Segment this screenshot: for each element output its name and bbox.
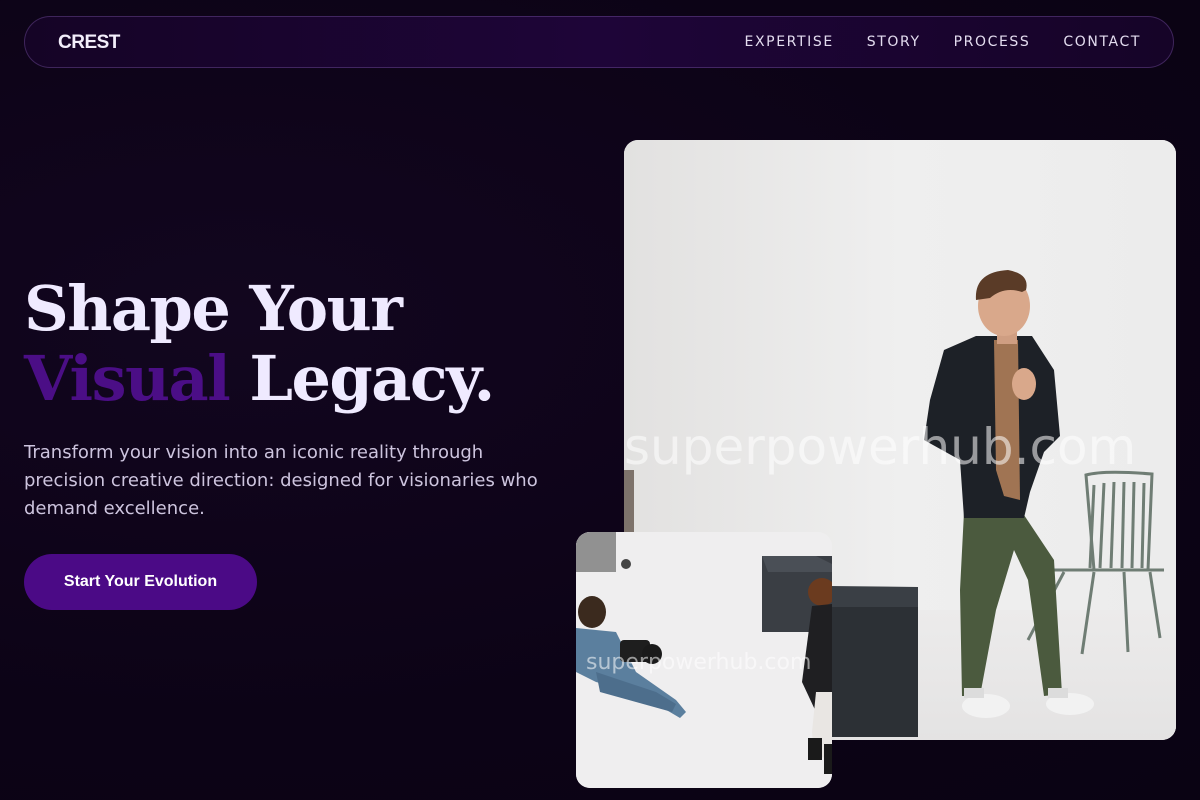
hero-subtext: Transform your vision into an iconic rea… bbox=[24, 442, 538, 519]
landing-page: CREST EXPERTISE STORY PROCESS CONTACT Sh… bbox=[0, 0, 1200, 800]
hero-headline: Shape Your Visual Legacy. bbox=[24, 272, 495, 415]
image-watermark-small: superpowerhub.com bbox=[586, 650, 812, 675]
start-evolution-button[interactable]: Start Your Evolution bbox=[24, 554, 257, 610]
image-watermark: superpowerhub.com bbox=[624, 418, 1137, 476]
headline-line-2: Legacy. bbox=[229, 342, 495, 415]
nav-link-expertise[interactable]: EXPERTISE bbox=[745, 34, 834, 50]
nav-link-story[interactable]: STORY bbox=[867, 34, 921, 50]
nav-link-contact[interactable]: CONTACT bbox=[1063, 34, 1141, 50]
headline-accent-word: Visual bbox=[24, 342, 231, 415]
headline-line-1: Shape Your bbox=[24, 272, 403, 345]
hero-photo-photographer: superpowerhub.com bbox=[576, 532, 832, 788]
brand-logo[interactable]: CREST bbox=[58, 32, 120, 54]
top-navigation-bar: CREST EXPERTISE STORY PROCESS CONTACT bbox=[24, 16, 1174, 68]
nav-links: EXPERTISE STORY PROCESS CONTACT bbox=[745, 34, 1141, 50]
nav-link-process[interactable]: PROCESS bbox=[954, 34, 1031, 50]
